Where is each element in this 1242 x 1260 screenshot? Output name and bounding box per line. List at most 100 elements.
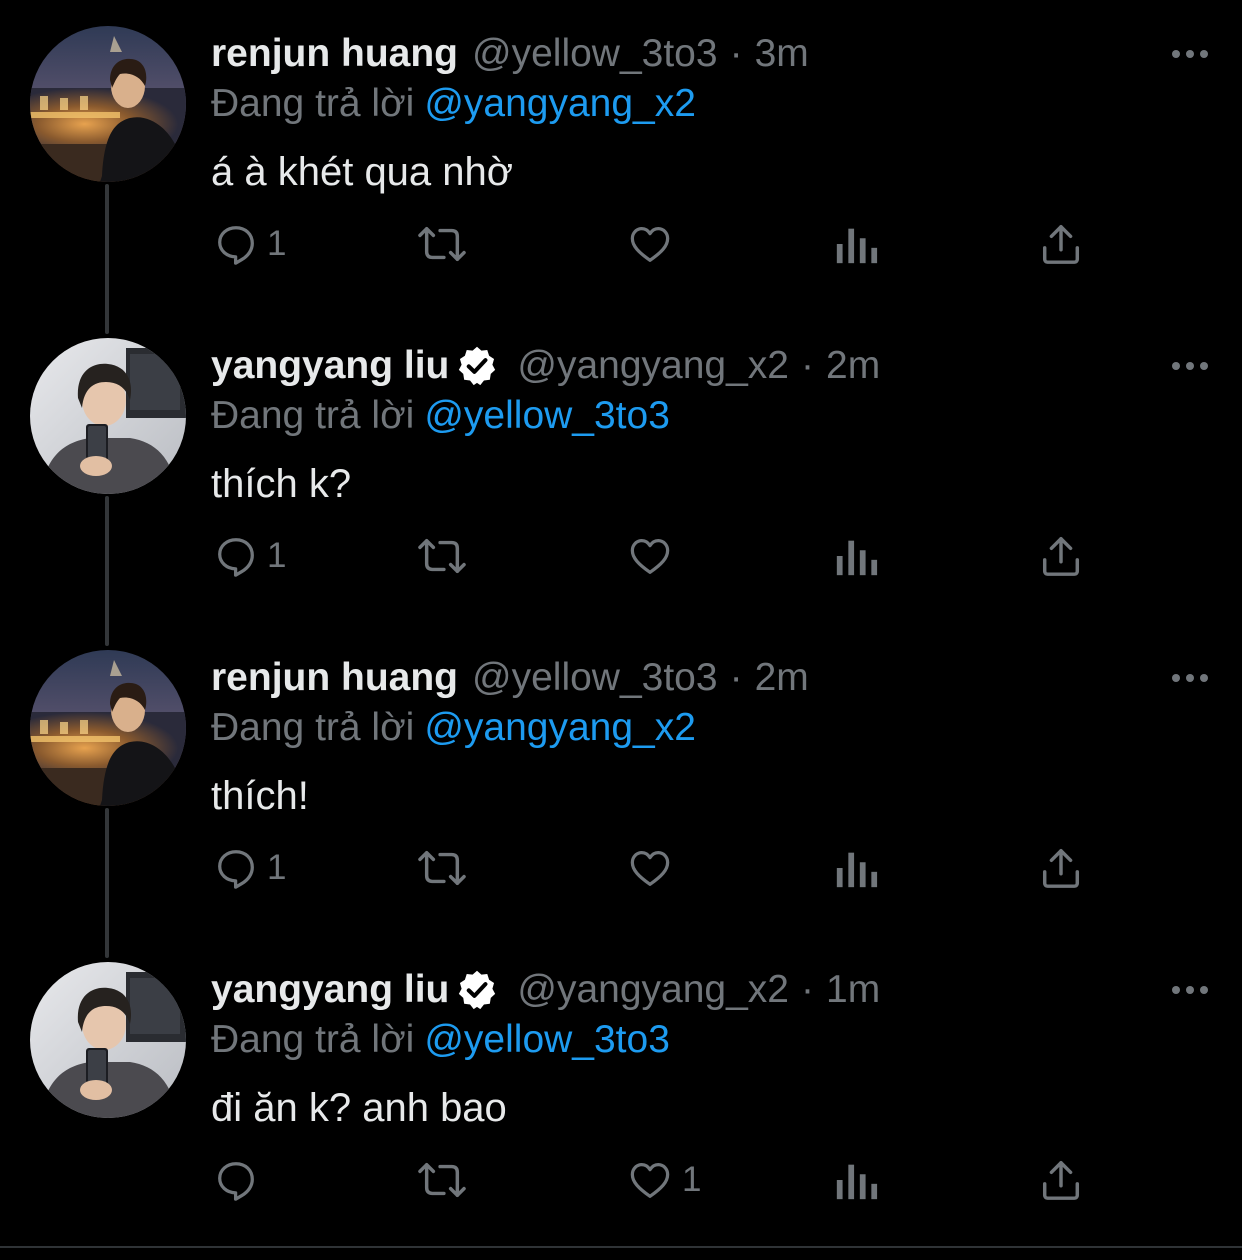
tweet-text: thích! — [211, 774, 309, 818]
separator-dot: · — [801, 344, 815, 387]
views-button[interactable] — [834, 214, 878, 274]
share-button[interactable] — [1038, 214, 1084, 274]
user-handle[interactable]: @yangyang_x2 — [517, 968, 789, 1012]
share-button[interactable] — [1038, 838, 1084, 898]
tweet-actions: 1 — [0, 1150, 1242, 1210]
share-icon — [1038, 845, 1084, 891]
avatar[interactable] — [30, 962, 186, 1118]
avatar[interactable] — [30, 26, 186, 182]
user-handle[interactable]: @yellow_3to3 — [472, 32, 718, 76]
tweet[interactable]: renjun huang @yellow_3to3 · 3m Đang trả … — [0, 0, 1242, 312]
replying-to-label: Đang trả lời — [211, 1018, 415, 1061]
reply-icon — [213, 221, 259, 267]
replying-to-label: Đang trả lời — [211, 706, 415, 749]
display-name[interactable]: renjun huang — [211, 32, 458, 76]
replying-to: Đang trả lời @yangyang_x2 — [211, 82, 696, 126]
more-options-icon[interactable] — [1168, 354, 1212, 378]
reply-count: 1 — [267, 848, 287, 887]
replying-to: Đang trả lời @yangyang_x2 — [211, 706, 696, 750]
tweet[interactable]: renjun huang @yellow_3to3 · 2m Đang trả … — [0, 624, 1242, 936]
timestamp[interactable]: 1m — [826, 968, 880, 1012]
avatar[interactable] — [30, 650, 186, 806]
separator-dot: · — [729, 32, 743, 75]
share-icon — [1038, 221, 1084, 267]
views-button[interactable] — [834, 1150, 878, 1210]
heart-icon — [626, 533, 674, 579]
retweet-icon — [414, 1157, 470, 1203]
verified-badge-icon — [455, 344, 499, 388]
heart-icon — [626, 845, 674, 891]
share-icon — [1038, 1157, 1084, 1203]
avatar-photo-night-city — [30, 650, 186, 806]
reply-button[interactable]: 1 — [213, 838, 286, 898]
bar-chart-icon — [834, 533, 878, 579]
display-name[interactable]: renjun huang — [211, 656, 458, 700]
reply-count: 1 — [267, 536, 287, 575]
share-icon — [1038, 533, 1084, 579]
like-button[interactable] — [626, 838, 682, 898]
like-button[interactable] — [626, 526, 682, 586]
share-button[interactable] — [1038, 526, 1084, 586]
retweet-button[interactable] — [414, 526, 470, 586]
views-button[interactable] — [834, 526, 878, 586]
retweet-button[interactable] — [414, 1150, 470, 1210]
tweet-text: thích k? — [211, 462, 352, 506]
reply-button[interactable]: 1 — [213, 526, 286, 586]
avatar-photo-night-city — [30, 26, 186, 182]
retweet-icon — [414, 221, 470, 267]
timestamp[interactable]: 3m — [755, 32, 809, 76]
heart-icon — [626, 221, 674, 267]
share-button[interactable] — [1038, 1150, 1084, 1210]
more-options-icon[interactable] — [1168, 42, 1212, 66]
retweet-icon — [414, 533, 470, 579]
like-count: 1 — [682, 1160, 702, 1199]
avatar[interactable] — [30, 338, 186, 494]
like-button[interactable]: 1 — [626, 1150, 701, 1210]
tweet-text: á à khét qua nhờ — [211, 150, 514, 194]
timestamp[interactable]: 2m — [755, 656, 809, 700]
display-name[interactable]: yangyang liu — [211, 344, 449, 388]
more-options-icon[interactable] — [1168, 666, 1212, 690]
user-handle[interactable]: @yellow_3to3 — [472, 656, 718, 700]
reply-count: 1 — [267, 224, 287, 263]
replying-to: Đang trả lời @yellow_3to3 — [211, 1018, 670, 1062]
tweet[interactable]: yangyang liu @yangyang_x2 · 1m Đang trả … — [0, 936, 1242, 1248]
reply-button[interactable] — [213, 1150, 267, 1210]
retweet-button[interactable] — [414, 838, 470, 898]
tweet-actions: 1 — [0, 838, 1242, 898]
timestamp[interactable]: 2m — [826, 344, 880, 388]
tweet-header: renjun huang @yellow_3to3 · 2m — [211, 654, 809, 702]
tweet-actions: 1 — [0, 214, 1242, 274]
bar-chart-icon — [834, 221, 878, 267]
like-button[interactable] — [626, 214, 682, 274]
mention-link[interactable]: @yellow_3to3 — [424, 394, 670, 437]
replying-to-label: Đang trả lời — [211, 82, 415, 125]
heart-icon — [626, 1157, 674, 1203]
display-name[interactable]: yangyang liu — [211, 968, 449, 1012]
mention-link[interactable]: @yellow_3to3 — [424, 1018, 670, 1061]
more-options-icon[interactable] — [1168, 978, 1212, 1002]
retweet-icon — [414, 845, 470, 891]
avatar-photo-mirror-selfie — [30, 962, 186, 1118]
reply-icon — [213, 845, 259, 891]
tweet-header: renjun huang @yellow_3to3 · 3m — [211, 30, 809, 78]
mention-link[interactable]: @yangyang_x2 — [424, 82, 696, 125]
reply-icon — [213, 533, 259, 579]
tweet-header: yangyang liu @yangyang_x2 · 2m — [211, 342, 880, 390]
tweet[interactable]: yangyang liu @yangyang_x2 · 2m Đang trả … — [0, 312, 1242, 624]
user-handle[interactable]: @yangyang_x2 — [517, 344, 789, 388]
bar-chart-icon — [834, 845, 878, 891]
tweet-text: đi ăn k? anh bao — [211, 1086, 507, 1130]
avatar-photo-mirror-selfie — [30, 338, 186, 494]
replying-to: Đang trả lời @yellow_3to3 — [211, 394, 670, 438]
retweet-button[interactable] — [414, 214, 470, 274]
reply-button[interactable]: 1 — [213, 214, 286, 274]
verified-badge-icon — [455, 968, 499, 1012]
tweet-header: yangyang liu @yangyang_x2 · 1m — [211, 966, 880, 1014]
bar-chart-icon — [834, 1157, 878, 1203]
separator-dot: · — [801, 968, 815, 1011]
views-button[interactable] — [834, 838, 878, 898]
reply-icon — [213, 1157, 259, 1203]
tweet-thread: renjun huang @yellow_3to3 · 3m Đang trả … — [0, 0, 1242, 1260]
mention-link[interactable]: @yangyang_x2 — [424, 706, 696, 749]
